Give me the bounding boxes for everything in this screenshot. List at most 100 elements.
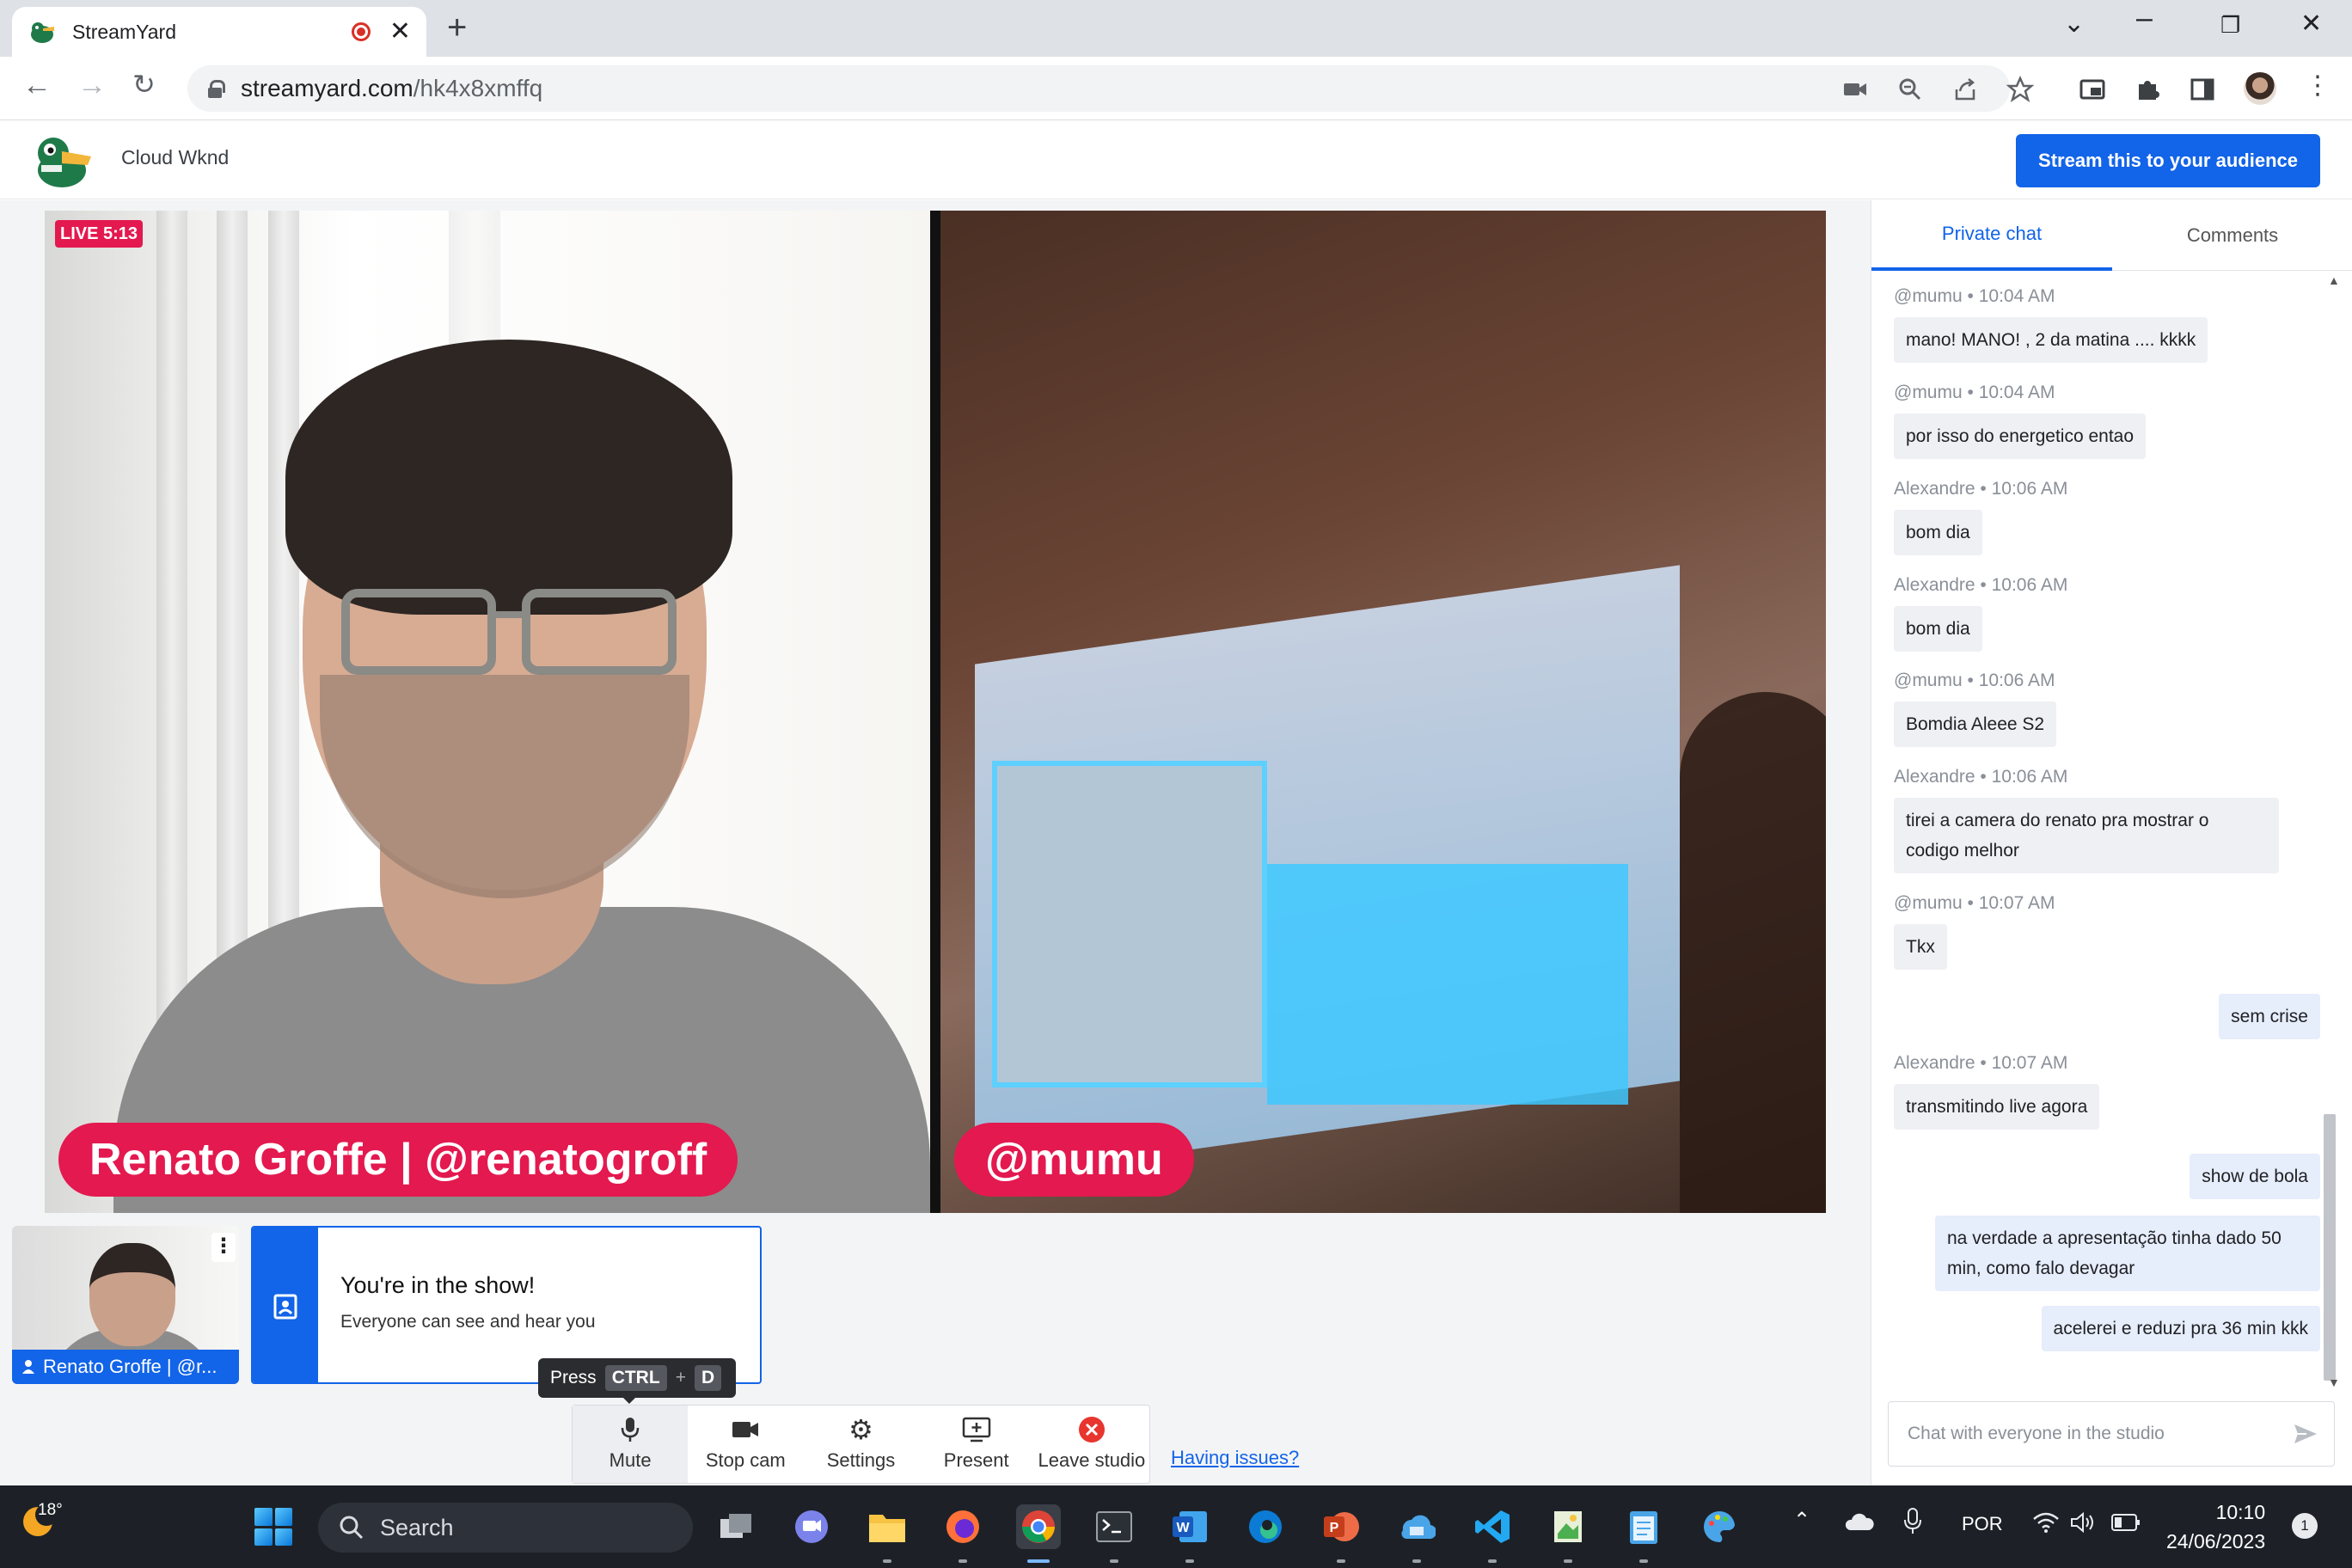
- word-icon[interactable]: W: [1167, 1504, 1212, 1549]
- file-explorer-icon[interactable]: [865, 1504, 910, 1549]
- chrome-icon[interactable]: [1016, 1504, 1061, 1549]
- edge-icon[interactable]: [1243, 1504, 1288, 1549]
- windows-start-icon[interactable]: [254, 1508, 292, 1546]
- restore-icon[interactable]: ❐: [2220, 12, 2240, 39]
- settings-label: Settings: [826, 1449, 896, 1471]
- scroll-down-icon[interactable]: ▼: [2328, 1375, 2340, 1389]
- clock-date: 24/06/2023: [2166, 1530, 2266, 1553]
- stream-to-audience-button[interactable]: Stream this to your audience: [2016, 134, 2320, 187]
- stage-canvas: [45, 211, 1826, 1213]
- svg-text:W: W: [1176, 1521, 1190, 1535]
- own-message-text: na verdade a apresentação tinha dado 50 …: [1935, 1216, 2320, 1291]
- tab-title: StreamYard: [72, 20, 177, 43]
- volume-icon[interactable]: [2070, 1511, 2096, 1534]
- browser-tab-bar: StreamYard ✕ + ⌄ – ❐ ✕: [0, 0, 2352, 57]
- side-panel-icon[interactable]: [2189, 76, 2216, 103]
- vscode-icon[interactable]: [1470, 1504, 1515, 1549]
- chat-scrollbar[interactable]: [2175, 275, 2194, 1401]
- browser-menu-icon[interactable]: ⋮: [2304, 72, 2331, 100]
- gear-icon: ⚙: [848, 1414, 873, 1445]
- onedrive-icon[interactable]: [1845, 1511, 1874, 1532]
- shortcut-tooltip: Press CTRL + D: [538, 1358, 736, 1398]
- tab-search-chevron-icon[interactable]: ⌄: [2063, 9, 2085, 39]
- search-icon: [340, 1516, 364, 1540]
- message-author: @mumu: [1894, 671, 1963, 690]
- microphone-tray-icon[interactable]: [1903, 1508, 1922, 1535]
- weather-temperature: 18°: [38, 1501, 63, 1519]
- zoom-icon[interactable]: [1896, 76, 1924, 103]
- own-message: sem crise: [2219, 994, 2320, 1039]
- message-text: bom dia: [1894, 606, 1982, 652]
- tab-comments[interactable]: Comments: [2112, 200, 2352, 271]
- message-time: 10:06 AM: [1991, 767, 2068, 787]
- address-bar[interactable]: streamyard.com/hk4x8xmffq: [187, 65, 2034, 112]
- thumbnail-menu-icon[interactable]: ⋮: [211, 1233, 236, 1262]
- taskbar-search[interactable]: Search: [318, 1503, 693, 1553]
- in-show-strip: [253, 1228, 318, 1382]
- minimize-icon[interactable]: –: [2136, 2, 2153, 35]
- chat-input[interactable]: Chat with everyone in the studio: [1888, 1401, 2335, 1467]
- wifi-icon[interactable]: [2032, 1511, 2060, 1534]
- teams-chat-icon[interactable]: [789, 1504, 834, 1549]
- forward-icon[interactable]: →: [77, 70, 107, 100]
- browser-toolbar: ← → ↻ streamyard.com/hk4x8xmffq ⋮: [0, 57, 2352, 120]
- scroll-up-icon[interactable]: ▲: [2328, 273, 2340, 287]
- camera-in-use-icon[interactable]: [1841, 76, 1869, 103]
- paint-app-icon[interactable]: [1546, 1504, 1590, 1549]
- tab-close-icon[interactable]: ✕: [389, 19, 411, 45]
- terminal-icon[interactable]: [1092, 1504, 1136, 1549]
- chat-panel: Private chat Comments @mumu • 10:04 AM m…: [1871, 200, 2352, 1485]
- chat-scroll-thumb[interactable]: [2324, 1114, 2336, 1381]
- extensions-icon[interactable]: [2134, 76, 2161, 103]
- browser-tab[interactable]: StreamYard ✕: [12, 7, 426, 57]
- reload-icon[interactable]: ↻: [132, 70, 156, 98]
- picture-in-picture-icon[interactable]: [2079, 76, 2106, 103]
- tooltip-plus: +: [675, 1368, 686, 1387]
- participant-thumbnail[interactable]: ⋮ Renato Groffe | @r...: [12, 1226, 239, 1384]
- paint-palette-icon[interactable]: [1697, 1504, 1742, 1549]
- tooltip-key-ctrl: CTRL: [604, 1365, 667, 1391]
- tab-private-chat[interactable]: Private chat: [1871, 200, 2112, 271]
- message-author: Alexandre: [1894, 767, 1975, 787]
- url-path: /hk4x8xmffq: [413, 75, 543, 101]
- tray-overflow-icon[interactable]: ⌃: [1793, 1508, 1810, 1533]
- message-text: transmitindo live agora: [1894, 1084, 2100, 1130]
- new-tab-icon[interactable]: +: [447, 10, 467, 45]
- leave-studio-button[interactable]: Leave studio: [1034, 1406, 1149, 1483]
- message-text: mano! MANO! , 2 da matina .... kkkk: [1894, 317, 2208, 363]
- taskbar-clock[interactable]: 10:10 24/06/2023: [2166, 1498, 2265, 1556]
- send-icon[interactable]: [2293, 1421, 2318, 1447]
- battery-icon[interactable]: [2111, 1513, 2141, 1532]
- having-issues-link[interactable]: Having issues?: [1171, 1447, 1299, 1469]
- chat-message: Alexandre • 10:06 AM bom dia: [1894, 575, 2315, 652]
- message-text: Bomdia Aleee S2: [1894, 701, 2057, 747]
- settings-button[interactable]: ⚙ Settings: [803, 1406, 918, 1483]
- stop-cam-button[interactable]: Stop cam: [688, 1406, 803, 1483]
- message-time: 10:07 AM: [1991, 1053, 2068, 1073]
- powerpoint-icon[interactable]: P: [1319, 1504, 1363, 1549]
- chat-message: Alexandre • 10:07 AM transmitindo live a…: [1894, 1053, 2315, 1130]
- windows-taskbar: 18° Search W P ⌃ POR 10:10 24/06/2023 1: [0, 1485, 2352, 1568]
- bookmark-star-icon[interactable]: [2006, 76, 2034, 103]
- own-message: show de bola: [2190, 1154, 2320, 1199]
- firefox-icon[interactable]: [940, 1504, 985, 1549]
- present-button[interactable]: Present: [919, 1406, 1034, 1483]
- task-view-icon[interactable]: [714, 1504, 758, 1549]
- streamyard-logo-icon: [38, 138, 91, 187]
- close-window-icon[interactable]: ✕: [2300, 9, 2322, 39]
- url-host: streamyard.com: [241, 75, 413, 101]
- share-icon[interactable]: [1951, 76, 1979, 103]
- mute-button[interactable]: Mute: [573, 1406, 689, 1483]
- profile-avatar[interactable]: [2242, 70, 2278, 107]
- tooltip-arrow: [622, 1397, 636, 1404]
- notification-badge[interactable]: 1: [2292, 1513, 2318, 1539]
- present-label: Present: [943, 1449, 1009, 1471]
- thumbnail-label: Renato Groffe | @r...: [12, 1350, 239, 1384]
- back-icon[interactable]: ←: [22, 70, 52, 100]
- chat-message: Alexandre • 10:06 AM tirei a camera do r…: [1894, 767, 2315, 873]
- azure-storage-icon[interactable]: [1394, 1504, 1439, 1549]
- language-indicator[interactable]: POR: [1962, 1513, 2003, 1535]
- svg-text:P: P: [1330, 1521, 1339, 1535]
- notepad-icon[interactable]: [1621, 1504, 1666, 1549]
- clock-time: 10:10: [2215, 1501, 2266, 1523]
